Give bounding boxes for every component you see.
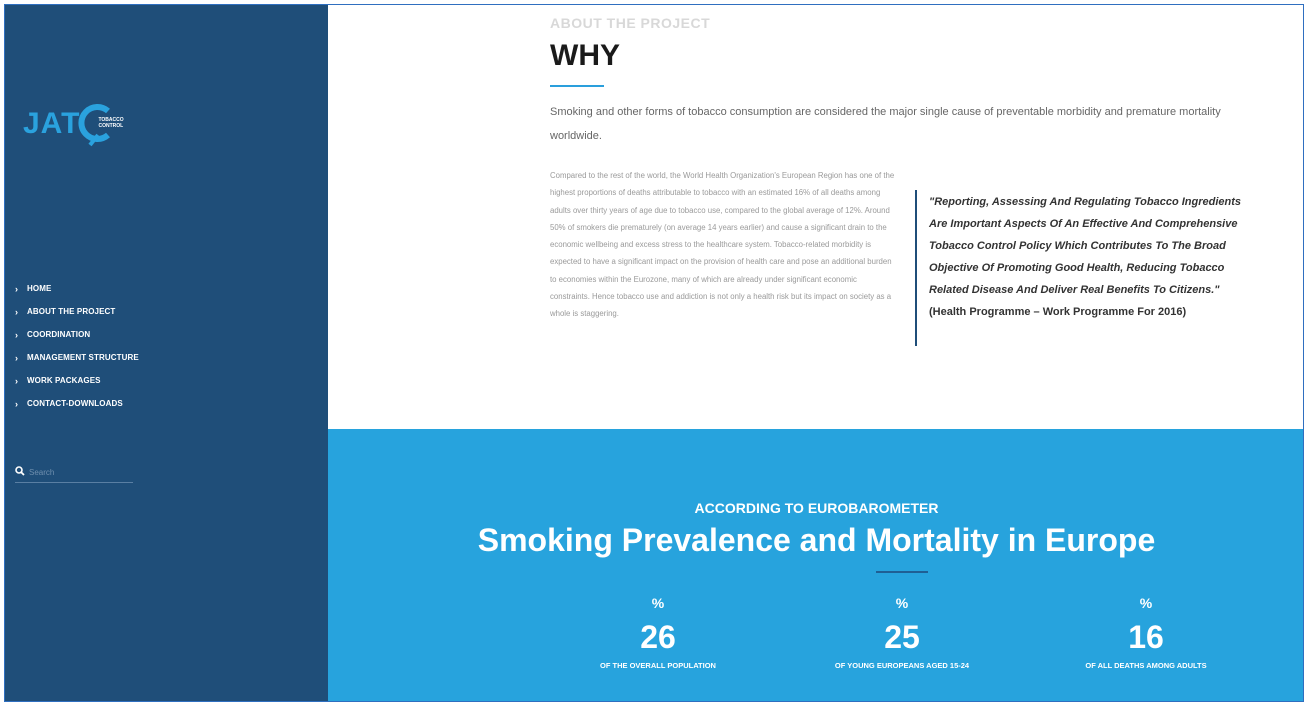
nav-item-label: ABOUT THE PROJECT	[27, 307, 116, 316]
stat-item: % 25 OF YOUNG EUROPEANS AGED 15-24	[802, 595, 1002, 670]
stat-value: 26	[640, 619, 676, 655]
quote-text: "Reporting, Assessing And Regulating Tob…	[929, 196, 1242, 296]
chevron-right-icon: ›	[15, 283, 19, 294]
title-underline	[550, 85, 604, 87]
nav-item-label: MANAGEMENT STRUCTURE	[27, 353, 139, 362]
stat-label: OF THE OVERALL POPULATION	[600, 661, 716, 670]
stat-label: OF ALL DEATHS AMONG ADULTS	[1085, 661, 1207, 670]
chevron-right-icon: ›	[15, 398, 19, 409]
stat-value: 25	[884, 619, 920, 655]
chevron-right-icon: ›	[15, 375, 19, 386]
stat-percent-sign: %	[895, 595, 909, 611]
logo-text: JAT	[23, 107, 81, 140]
quote-divider	[915, 190, 917, 346]
quote-source: (Health Programme – Work Programme For 2…	[929, 306, 1187, 318]
nav-item-contact-downloads[interactable]: › CONTACT-DOWNLOADS	[15, 392, 139, 415]
lead-paragraph: Smoking and other forms of tobacco consu…	[550, 106, 1221, 142]
nav-item-home[interactable]: › HOME	[15, 277, 139, 300]
nav-item-label: COORDINATION	[27, 330, 91, 339]
page-frame: JAT TOBACCO CONTROL › HOME › ABOUT THE P…	[4, 4, 1304, 702]
page-title: WHY	[550, 39, 620, 72]
nav-item-label: HOME	[27, 284, 52, 293]
stats-title: Smoking Prevalence and Mortality in Euro…	[477, 522, 1156, 558]
logo-c-icon: TOBACCO CONTROL	[78, 101, 124, 147]
stat-percent-sign: %	[651, 595, 665, 611]
blockquote: "Reporting, Assessing And Regulating Tob…	[929, 191, 1259, 323]
nav-item-work-packages[interactable]: › WORK PACKAGES	[15, 369, 139, 392]
search-box	[15, 463, 133, 483]
stat-item: % 16 OF ALL DEATHS AMONG ADULTS	[1046, 595, 1246, 670]
chevron-right-icon: ›	[15, 352, 19, 363]
main-content: ABOUT THE PROJECT WHY Smoking and other …	[328, 5, 1303, 701]
nav-item-about-the-project[interactable]: › ABOUT THE PROJECT	[15, 300, 139, 323]
stats-eyebrow: ACCORDING TO EUROBAROMETER	[694, 500, 939, 516]
nav-item-label: WORK PACKAGES	[27, 376, 101, 385]
search-icon[interactable]	[15, 466, 29, 479]
chevron-right-icon: ›	[15, 329, 19, 340]
stats-underline	[876, 571, 928, 573]
nav-item-coordination[interactable]: › COORDINATION	[15, 323, 139, 346]
sidebar-nav: › HOME › ABOUT THE PROJECT › COORDINATIO…	[15, 277, 139, 415]
nav-item-management-structure[interactable]: › MANAGEMENT STRUCTURE	[15, 346, 139, 369]
stat-label: OF YOUNG EUROPEANS AGED 15-24	[834, 661, 970, 670]
stat-item: % 26 OF THE OVERALL POPULATION	[558, 595, 758, 670]
search-input[interactable]	[29, 468, 129, 477]
section-eyebrow: ABOUT THE PROJECT	[550, 15, 711, 31]
body-paragraph: Compared to the rest of the world, the W…	[550, 171, 895, 319]
stat-value: 16	[1128, 619, 1164, 655]
chevron-right-icon: ›	[15, 306, 19, 317]
sidebar: JAT TOBACCO CONTROL › HOME › ABOUT THE P…	[5, 5, 328, 701]
logo[interactable]: JAT TOBACCO CONTROL	[23, 101, 124, 147]
stats-section: ACCORDING TO EUROBAROMETER Smoking Preva…	[328, 429, 1303, 701]
stat-percent-sign: %	[1139, 595, 1153, 611]
nav-item-label: CONTACT-DOWNLOADS	[27, 399, 123, 408]
logo-subtitle: TOBACCO CONTROL	[98, 117, 124, 129]
